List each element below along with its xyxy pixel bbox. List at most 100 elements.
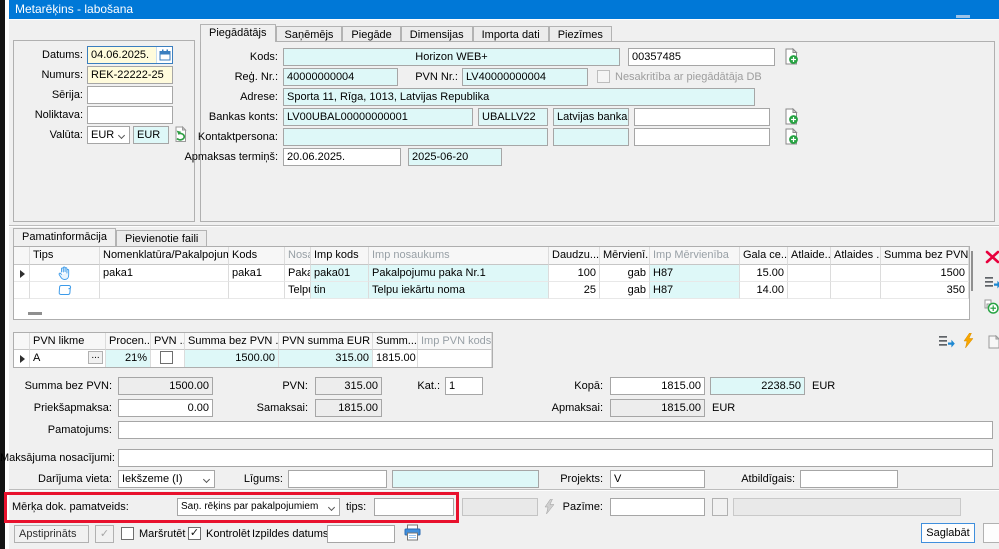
cell-mervieniba[interactable]: gab: [600, 282, 650, 299]
col-summa-bez-pvn[interactable]: Summa bez PVN EU: [881, 247, 969, 265]
cell-summa-bez[interactable]: 1500.00: [185, 350, 279, 367]
cell-pvn-likme[interactable]: A...: [30, 350, 106, 367]
cell-pvn-summa[interactable]: 315.00: [279, 350, 373, 367]
col-atlaides[interactable]: Atlaides ...: [831, 247, 881, 265]
kontrolet-checkbox[interactable]: ✓: [188, 527, 201, 540]
kontaktpersona-field3[interactable]: [634, 128, 770, 146]
col-gala-cena[interactable]: Gala ce...: [740, 247, 788, 265]
cell-gala-cena[interactable]: 14.00: [740, 282, 788, 299]
document-add-icon[interactable]: [784, 128, 799, 145]
cell-nosaukums[interactable]: Telpu i...: [285, 282, 311, 299]
termins-field[interactable]: 20.06.2025.: [283, 148, 401, 166]
partial-button[interactable]: [983, 523, 999, 543]
recalc-rows-icon[interactable]: [938, 335, 955, 348]
maksajuma-nosacijumi-field[interactable]: [118, 449, 993, 467]
valuta-code-field[interactable]: EUR: [133, 126, 169, 144]
konts-field[interactable]: LV00UBAL00000000001: [283, 108, 473, 126]
cell-kods[interactable]: paka1: [229, 265, 285, 282]
cell-atlaides[interactable]: [831, 265, 881, 282]
mismatch-checkbox[interactable]: [597, 70, 610, 83]
ligums-field[interactable]: [288, 470, 387, 488]
darijuma-vieta-combo[interactable]: Iekšzeme (I): [118, 470, 215, 488]
col-nosaukums[interactable]: Nosa...: [285, 247, 311, 265]
cell-daudzums[interactable]: 25: [549, 282, 600, 299]
table-row[interactable]: Telpu i... tin Telpu iekārtu noma 25 gab…: [14, 282, 969, 299]
cell-imp-nosaukums[interactable]: Telpu iekārtu noma: [369, 282, 549, 299]
tab-piegadatajs[interactable]: Piegādātājs: [200, 24, 276, 42]
cell-summa[interactable]: 1815.00: [373, 350, 418, 367]
col-imp-nosaukums[interactable]: Imp nosaukums: [369, 247, 549, 265]
add-row-icon[interactable]: [984, 299, 999, 314]
col-imp-kods[interactable]: Imp kods: [311, 247, 369, 265]
tips-field[interactable]: [374, 498, 454, 516]
tab-piezimes[interactable]: Piezīmes: [549, 26, 612, 42]
document-add-icon[interactable]: [784, 108, 799, 125]
col-tips[interactable]: Tips: [30, 247, 100, 265]
document-icon[interactable]: [988, 335, 999, 349]
supplier-name-field[interactable]: Horizon WEB+: [283, 48, 620, 66]
col-procenti[interactable]: Procen...: [106, 333, 151, 350]
col-summa[interactable]: Summ...: [373, 333, 418, 350]
kopa-field[interactable]: 1815.00: [610, 377, 705, 395]
termins-imp-field[interactable]: 2025-06-20: [408, 148, 502, 166]
col-nomenklatura[interactable]: Nomenklatūra/Pakalpojums: [100, 247, 229, 265]
lightning-icon[interactable]: [963, 333, 974, 348]
cell-imp-nosaukums[interactable]: Pakalpojumu paka Nr.1: [369, 265, 549, 282]
supplier-number-field[interactable]: 00357485: [628, 48, 775, 66]
cell-kods[interactable]: [229, 282, 285, 299]
apstiprinats-button[interactable]: Apstiprināts: [14, 525, 89, 543]
tab-sanemejs[interactable]: Saņēmējs: [276, 26, 343, 42]
col-atlaide[interactable]: Atlaide...: [788, 247, 831, 265]
tab-pievienotie-faili[interactable]: Pievienotie faili: [116, 230, 207, 246]
delete-row-icon[interactable]: [985, 250, 999, 264]
pamatojums-field[interactable]: [118, 421, 993, 439]
approve-check-button[interactable]: ✓: [95, 525, 114, 543]
cell-gala-cena[interactable]: 15.00: [740, 265, 788, 282]
col-pvn-summa[interactable]: PVN summa EUR: [279, 333, 373, 350]
noliktava-field[interactable]: [87, 106, 173, 124]
cell-procenti[interactable]: 21%: [106, 350, 151, 367]
numurs-field[interactable]: REK-22222-25: [87, 66, 173, 84]
vat-row[interactable]: A... 21% 1500.00 315.00 1815.00: [14, 350, 492, 367]
banka-field[interactable]: Latvijas banka: [553, 108, 629, 126]
datums-field[interactable]: 04.06.2025.: [87, 46, 173, 64]
tab-piegade[interactable]: Piegāde: [342, 26, 400, 42]
kontaktpersona-field2[interactable]: [553, 128, 629, 146]
prieksapmaksa-field[interactable]: 0.00: [118, 399, 213, 417]
col-pvn-likme[interactable]: PVN likme: [30, 333, 106, 350]
col-mervieniba[interactable]: Mērvienī...: [600, 247, 650, 265]
select-rows-icon[interactable]: [984, 276, 999, 289]
cell-atlaide[interactable]: [788, 265, 831, 282]
document-add-icon[interactable]: [784, 48, 799, 65]
cell-imp-kods[interactable]: tin: [311, 282, 369, 299]
serija-field[interactable]: [87, 86, 173, 104]
pazime-field[interactable]: [610, 498, 705, 516]
cell-imp-kods[interactable]: paka01: [311, 265, 369, 282]
valuta-combo[interactable]: EUR: [87, 126, 130, 144]
table-row[interactable]: paka1 paka1 Pakalp... paka01 Pakalpojumu…: [14, 265, 969, 282]
pazime-picker-button[interactable]: [712, 498, 728, 516]
atbildigais-field[interactable]: [800, 470, 898, 488]
cell-daudzums[interactable]: 100: [549, 265, 600, 282]
marsrutet-checkbox[interactable]: [121, 527, 134, 540]
tab-importa-dati[interactable]: Importa dati: [473, 26, 549, 42]
merka-dok-combo[interactable]: Saņ. rēķins par pakalpojumiem: [177, 498, 340, 516]
projekts-field[interactable]: V: [610, 470, 705, 488]
kopa-imp-field[interactable]: 2238.50: [710, 377, 805, 395]
adrese-field[interactable]: Sporta 11, Rīga, 1013, Latvijas Republik…: [283, 88, 755, 106]
tab-pamatinformacija[interactable]: Pamatinformācija: [13, 228, 116, 246]
h-scrollbar-thumb[interactable]: [28, 312, 42, 315]
v-scrollbar-thumb[interactable]: [971, 251, 973, 291]
pvn-checkbox[interactable]: [160, 351, 173, 364]
printer-icon[interactable]: [403, 524, 422, 541]
col-imp-mervieniba[interactable]: Imp Mērvienība: [650, 247, 740, 265]
col-daudzums[interactable]: Daudzu...: [549, 247, 600, 265]
kontaktpersona-field[interactable]: [283, 128, 548, 146]
cell-atlaide[interactable]: [788, 282, 831, 299]
saglabat-button[interactable]: Saglabāt: [921, 523, 975, 543]
cell-nomenklatura[interactable]: paka1: [100, 265, 229, 282]
banka-extra-field[interactable]: [634, 108, 770, 126]
cell-nosaukums[interactable]: Pakalp...: [285, 265, 311, 282]
cell-summa[interactable]: 1500: [881, 265, 969, 282]
cell-atlaides[interactable]: [831, 282, 881, 299]
